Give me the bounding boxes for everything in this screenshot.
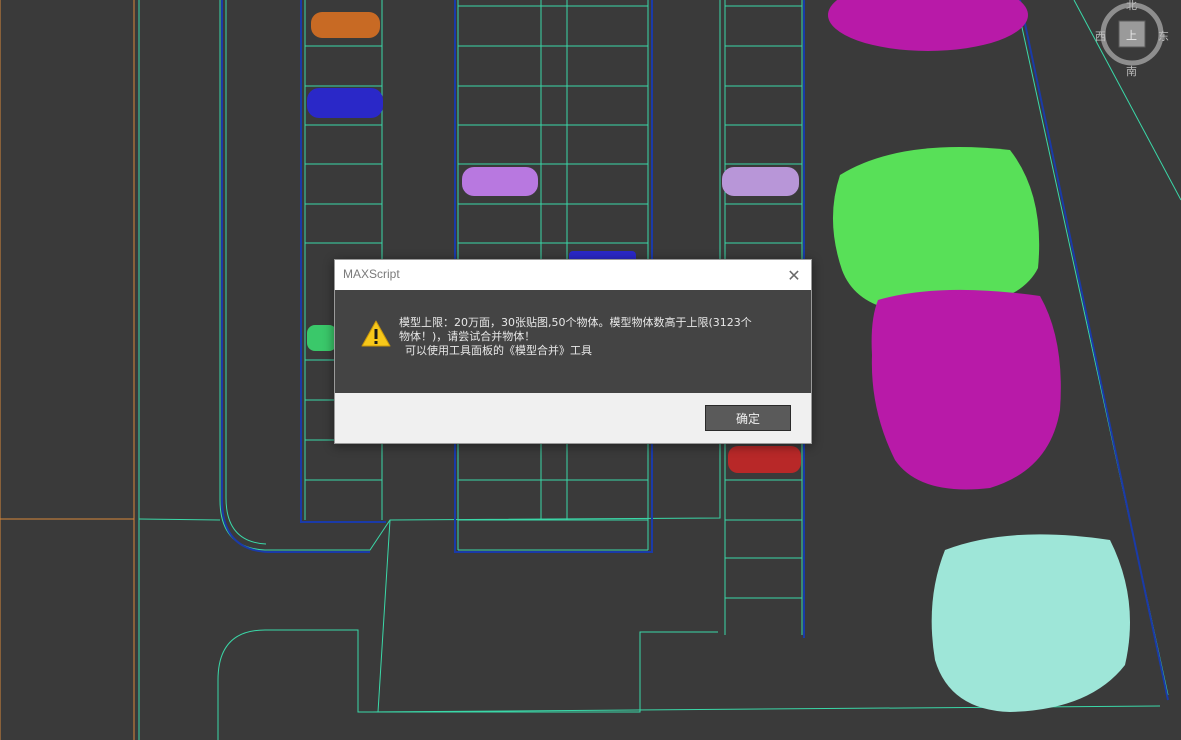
viewcube-north-label[interactable]: 北 xyxy=(1126,0,1137,13)
viewcube-south-label[interactable]: 南 xyxy=(1126,63,1137,79)
message-line: 可以使用工具面板的《模型合并》工具 xyxy=(405,344,592,357)
dialog-titlebar[interactable]: MAXScript ✕ xyxy=(335,260,811,290)
dialog-title: MAXScript xyxy=(343,267,400,281)
dialog-message: 模型上限：20万面，30张贴图,50个物体。模型物体数高于上限(3123个 物体… xyxy=(399,316,789,358)
ok-button[interactable]: 确定 xyxy=(705,405,791,431)
viewcube-top-face[interactable]: 上 xyxy=(1126,27,1137,43)
message-line: 物体！)，请尝试合并物体！ xyxy=(399,330,536,343)
message-line: 模型上限：20万面，30张贴图,50个物体。模型物体数高于上限(3123个 xyxy=(399,316,752,329)
close-icon[interactable]: ✕ xyxy=(783,264,805,286)
dialog-footer: 确定 xyxy=(335,393,811,443)
warning-icon xyxy=(361,320,391,347)
viewcube-west-label[interactable]: 西 xyxy=(1095,28,1106,44)
maxscript-dialog: MAXScript ✕ 模型上限：20万面，30张贴图,50个物体。模型物体数高… xyxy=(334,259,812,444)
viewcube-east-label[interactable]: 东 xyxy=(1158,28,1169,44)
viewcube[interactable]: 北 南 东 西 上 xyxy=(1095,0,1169,78)
dialog-body: 模型上限：20万面，30张贴图,50个物体。模型物体数高于上限(3123个 物体… xyxy=(335,290,811,393)
